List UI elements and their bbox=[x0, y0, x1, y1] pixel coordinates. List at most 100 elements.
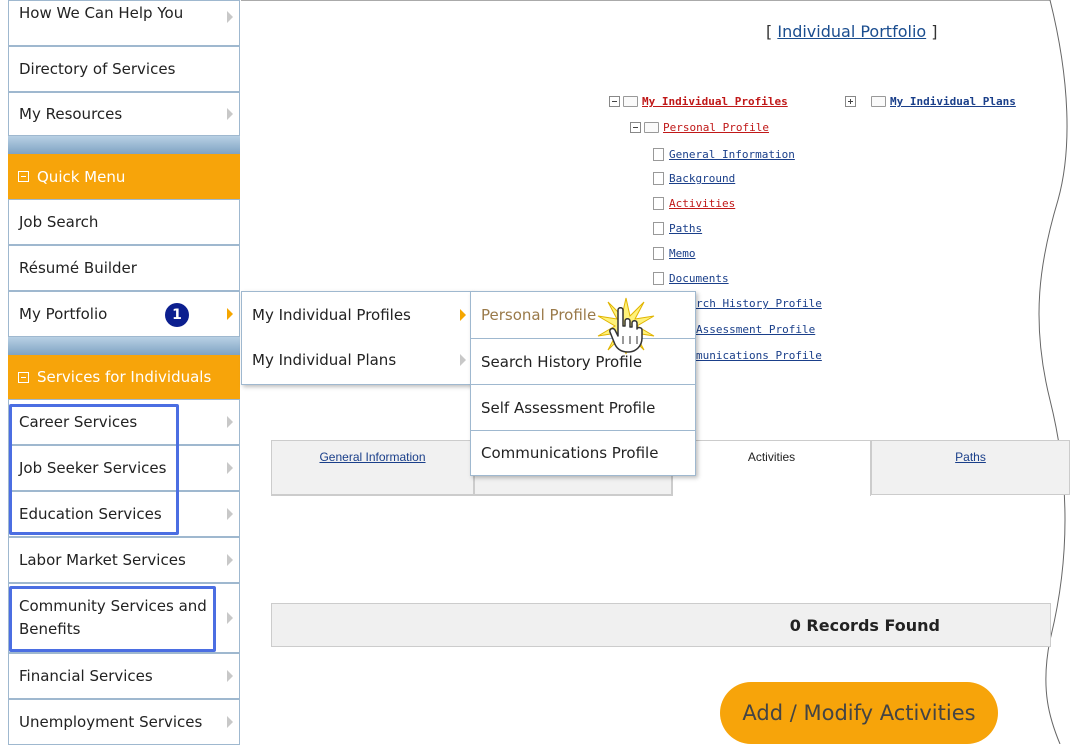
flyout-label: Communications Profile bbox=[481, 443, 659, 462]
flyout-item-search-history[interactable]: Search History Profile bbox=[471, 338, 695, 384]
tree-link[interactable]: Personal Profile bbox=[663, 121, 769, 134]
collapse-icon[interactable] bbox=[609, 96, 620, 107]
document-icon bbox=[653, 148, 664, 161]
tree-leaf[interactable]: Memo bbox=[653, 247, 696, 260]
nav-financial-services[interactable]: Financial Services bbox=[8, 653, 240, 699]
flyout-label: My Individual Plans bbox=[252, 351, 397, 369]
chevron-right-icon bbox=[460, 309, 466, 321]
tree-link[interactable]: munications Profile bbox=[696, 349, 822, 362]
tab-label: Activities bbox=[747, 450, 796, 464]
bracket-open: [ bbox=[766, 22, 773, 41]
tab-paths[interactable]: Paths bbox=[871, 440, 1070, 495]
flyout-menu-profiles: Personal Profile Search History Profile … bbox=[470, 291, 696, 476]
chevron-right-icon bbox=[227, 108, 233, 120]
hand-cursor-icon bbox=[609, 307, 643, 353]
bracket-close: ] bbox=[931, 22, 938, 41]
tree-leaf[interactable]: Documents bbox=[653, 272, 729, 285]
nav-label: Labor Market Services bbox=[19, 551, 186, 569]
chevron-right-icon bbox=[227, 554, 233, 566]
flyout-label: Personal Profile bbox=[481, 306, 597, 324]
divider bbox=[8, 136, 240, 154]
nav-resume-builder[interactable]: Résumé Builder bbox=[8, 245, 240, 291]
tree-link[interactable]: General Information bbox=[669, 148, 795, 161]
highlight-box bbox=[9, 404, 179, 535]
tree-leaf-partial[interactable]: rch History Profile bbox=[696, 297, 822, 310]
tree-leaf[interactable]: Background bbox=[653, 172, 735, 185]
tab-link[interactable]: Paths bbox=[955, 450, 986, 464]
nav-my-portfolio[interactable]: My Portfolio bbox=[8, 291, 240, 337]
nav-label: My Resources bbox=[19, 105, 123, 123]
flyout-label: Self Assessment Profile bbox=[481, 398, 656, 417]
chevron-right-icon bbox=[227, 308, 233, 320]
flyout-item-personal-profile[interactable]: Personal Profile bbox=[471, 292, 695, 338]
folder-icon bbox=[644, 122, 659, 133]
nav-label: Directory of Services bbox=[19, 60, 176, 78]
tab-general-information[interactable]: General Information bbox=[271, 440, 474, 495]
nav-how-we-can-help[interactable]: How We Can Help You bbox=[8, 0, 240, 46]
folder-icon bbox=[871, 96, 886, 107]
tab-link[interactable]: General Information bbox=[319, 450, 425, 464]
tree-node-plans[interactable]: My Individual Plans bbox=[845, 95, 1016, 108]
flyout-item-communications[interactable]: Communications Profile bbox=[471, 430, 695, 474]
nav-label: Financial Services bbox=[19, 667, 153, 685]
tree-leaf[interactable]: Paths bbox=[653, 222, 702, 235]
tree-leaf[interactable]: Activities bbox=[653, 197, 735, 210]
tree-link[interactable]: rch History Profile bbox=[696, 297, 822, 310]
services-header[interactable]: Services for Individuals bbox=[8, 355, 240, 399]
chevron-right-icon bbox=[460, 354, 466, 366]
tree-leaf-partial[interactable]: munications Profile bbox=[696, 349, 822, 362]
chevron-right-icon bbox=[227, 416, 233, 428]
document-icon bbox=[653, 172, 664, 185]
nav-label: Job Search bbox=[19, 213, 99, 231]
tree-link[interactable]: My Individual Profiles bbox=[642, 95, 788, 108]
divider bbox=[8, 337, 240, 355]
nav-my-resources[interactable]: My Resources bbox=[8, 92, 240, 136]
tree-node-personal[interactable]: Personal Profile bbox=[630, 121, 769, 134]
collapse-icon bbox=[18, 171, 29, 182]
tree-leaf-partial[interactable]: Assessment Profile bbox=[696, 323, 815, 336]
chevron-right-icon bbox=[227, 462, 233, 474]
flyout-menu-portfolio: My Individual Profiles My Individual Pla… bbox=[241, 291, 473, 385]
flyout-label: My Individual Profiles bbox=[252, 306, 411, 324]
collapse-icon[interactable] bbox=[630, 122, 641, 133]
chevron-right-icon bbox=[227, 716, 233, 728]
document-icon bbox=[653, 222, 664, 235]
expand-icon[interactable] bbox=[845, 96, 856, 107]
services-label: Services for Individuals bbox=[37, 368, 212, 386]
add-modify-activities-button[interactable]: Add / Modify Activities bbox=[720, 682, 998, 744]
quick-menu-header[interactable]: Quick Menu bbox=[8, 154, 240, 199]
nav-unemployment-services[interactable]: Unemployment Services bbox=[8, 699, 240, 745]
highlight-box bbox=[9, 586, 216, 652]
tree-link[interactable]: Paths bbox=[669, 222, 702, 235]
flyout-item-plans[interactable]: My Individual Plans bbox=[242, 338, 472, 382]
chevron-right-icon bbox=[227, 670, 233, 682]
nav-directory-of-services[interactable]: Directory of Services bbox=[8, 46, 240, 92]
nav-label: How We Can Help You bbox=[19, 4, 184, 22]
nav-job-search[interactable]: Job Search bbox=[8, 199, 240, 245]
tree-leaf[interactable]: General Information bbox=[653, 148, 795, 161]
document-icon bbox=[653, 272, 664, 285]
tree-link[interactable]: My Individual Plans bbox=[890, 95, 1016, 108]
flyout-item-profiles[interactable]: My Individual Profiles bbox=[242, 292, 472, 338]
tab-activities[interactable]: Activities bbox=[672, 440, 871, 496]
tab-baseline bbox=[271, 495, 672, 496]
individual-portfolio-link[interactable]: Individual Portfolio bbox=[777, 22, 926, 41]
document-icon bbox=[653, 197, 664, 210]
folder-icon bbox=[623, 96, 638, 107]
document-icon bbox=[653, 247, 664, 260]
tree-link[interactable]: Memo bbox=[669, 247, 696, 260]
tree-link[interactable]: Documents bbox=[669, 272, 729, 285]
chevron-right-icon bbox=[227, 11, 233, 23]
flyout-item-self-assessment[interactable]: Self Assessment Profile bbox=[471, 384, 695, 430]
nav-labor-market-services[interactable]: Labor Market Services bbox=[8, 537, 240, 583]
nav-label: My Portfolio bbox=[19, 305, 108, 323]
chevron-right-icon bbox=[227, 508, 233, 520]
tree-node-profiles[interactable]: My Individual Profiles bbox=[609, 95, 788, 108]
quick-menu-label: Quick Menu bbox=[37, 167, 126, 186]
portfolio-heading: [ Individual Portfolio ] bbox=[766, 22, 938, 41]
collapse-icon bbox=[18, 371, 29, 383]
tree-link[interactable]: Assessment Profile bbox=[696, 323, 815, 336]
records-text: 0 Records Found bbox=[789, 615, 940, 635]
tree-link[interactable]: Background bbox=[669, 172, 735, 185]
tree-link[interactable]: Activities bbox=[669, 197, 735, 210]
